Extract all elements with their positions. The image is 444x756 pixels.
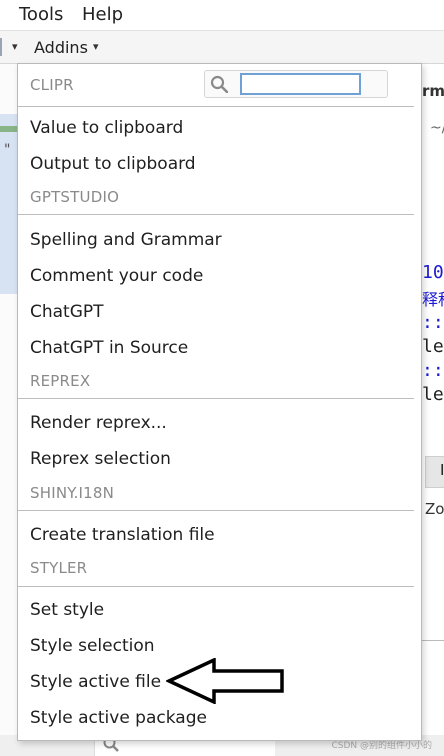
toolbar: ▾ Addins ▾ xyxy=(0,31,444,64)
addin-filter-input[interactable] xyxy=(240,73,361,95)
tab-indicator xyxy=(0,126,17,132)
menu-item-style-active-package[interactable]: Style active package xyxy=(18,701,414,735)
zoom-button[interactable]: Zo xyxy=(425,500,444,518)
menu-item-chatgpt[interactable]: ChatGPT xyxy=(18,295,414,329)
left-arrow-annotation-icon xyxy=(166,658,284,704)
addins-button[interactable]: Addins xyxy=(34,38,88,57)
divider xyxy=(18,586,414,587)
menu-item-chatgpt-in-source[interactable]: ChatGPT in Source xyxy=(18,331,414,365)
pane-tab[interactable]: I xyxy=(425,456,444,488)
divider xyxy=(18,106,414,107)
left-editor-pane: " xyxy=(0,64,18,756)
addin-filter[interactable] xyxy=(204,70,388,98)
pane-divider xyxy=(422,640,444,641)
menu-item-value-to-clipboard[interactable]: Value to clipboard xyxy=(18,111,414,145)
menu-item-reprex-selection[interactable]: Reprex selection xyxy=(18,442,414,476)
menu-help[interactable]: Help xyxy=(82,4,123,25)
chevron-down-icon[interactable]: ▾ xyxy=(12,40,18,53)
section-header-reprex: REPREX xyxy=(30,372,91,390)
divider xyxy=(18,398,414,399)
right-pane: rmi ~/ 10 释科 :: le :: le I Zo xyxy=(421,64,444,756)
divider xyxy=(18,214,414,215)
toolbar-separator xyxy=(0,38,2,56)
menu-item-set-style[interactable]: Set style xyxy=(18,593,414,627)
code-line: :: xyxy=(422,360,444,381)
section-header-gptstudio: GPTSTUDIO xyxy=(30,188,120,206)
section-header-shiny-i18n: SHINY.I18N xyxy=(30,484,115,502)
addins-chevron-down-icon[interactable]: ▾ xyxy=(93,40,99,53)
code-line: :: xyxy=(422,312,444,333)
pane-title: rmi xyxy=(422,82,444,100)
code-line: le xyxy=(422,336,444,357)
selection-highlight xyxy=(0,114,17,294)
menu-item-create-translation-file[interactable]: Create translation file xyxy=(18,518,414,552)
divider xyxy=(18,510,414,511)
code-fragment: " xyxy=(4,142,11,158)
code-line: 10 xyxy=(422,262,444,283)
working-directory: ~/ xyxy=(430,120,444,136)
addins-dropdown-menu: CLIPR Value to clipboard Output to clipb… xyxy=(17,63,422,741)
menu-item-render-reprex[interactable]: Render reprex... xyxy=(18,406,414,440)
menu-item-comment-your-code[interactable]: Comment your code xyxy=(18,259,414,293)
menu-item-spelling-and-grammar[interactable]: Spelling and Grammar xyxy=(18,223,414,257)
section-header-clipr: CLIPR xyxy=(30,76,74,94)
menu-bar: Tools Help xyxy=(0,0,444,31)
section-header-styler: STYLER xyxy=(30,559,88,577)
menu-tools[interactable]: Tools xyxy=(19,4,63,25)
code-line: le xyxy=(422,384,444,405)
menu-item-output-to-clipboard[interactable]: Output to clipboard xyxy=(18,147,414,181)
pane-tab-label: I xyxy=(440,461,444,479)
search-icon xyxy=(210,75,228,93)
code-line: 释科 xyxy=(422,290,444,309)
